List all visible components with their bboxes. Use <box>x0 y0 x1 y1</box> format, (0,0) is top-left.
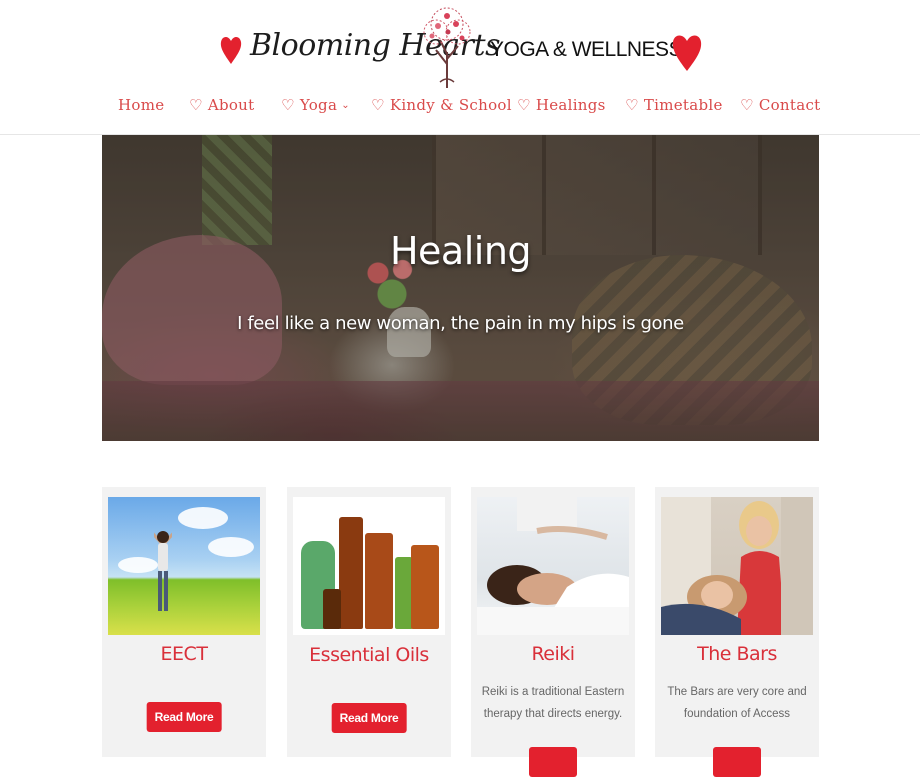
card-description: Reiki is a traditional Eastern therapy t… <box>481 686 625 720</box>
main-nav: Home ♡ About ♡ Yoga ⌄ ♡ Kindy & School ♡ … <box>0 96 920 124</box>
service-card-the-bars: The Bars The Bars are very core and foun… <box>655 487 819 777</box>
card-image-essential-oils <box>293 497 445 635</box>
service-card-reiki: Reiki Reiki is a traditional Eastern the… <box>471 487 635 777</box>
card-title: Essential Oils <box>309 644 429 666</box>
hero-subtitle: I feel like a new woman, the pain in my … <box>237 313 684 334</box>
reiki-scene <box>477 497 629 635</box>
nav-home-label: Home <box>118 96 165 114</box>
logo-tagline: YOGA & WELLNESS <box>490 38 683 61</box>
nav-yoga-label: ♡ Yoga <box>281 96 338 114</box>
nav-contact-label: ♡ Contact <box>740 96 821 114</box>
bars-scene <box>661 497 813 635</box>
card-image-eect <box>108 497 260 635</box>
site-header: Blooming Hearts YOGA & WELLNESS Home ♡ A… <box>0 0 920 135</box>
service-card-essential-oils: Essential Oils Read More <box>287 487 451 757</box>
chevron-down-icon: ⌄ <box>341 100 350 111</box>
card-description: The Bars are very core and foundation of… <box>667 686 807 720</box>
hero-banner: Healing I feel like a new woman, the pai… <box>102 135 819 441</box>
read-more-button[interactable]: Read More <box>331 703 407 733</box>
card-image-the-bars <box>661 497 813 635</box>
heart-icon <box>672 35 702 71</box>
card-image-reiki <box>477 497 629 635</box>
nav-yoga[interactable]: ♡ Yoga ⌄ <box>281 96 350 114</box>
woman-figure <box>154 531 172 611</box>
read-more-button[interactable]: Read More <box>146 702 222 732</box>
nav-healings[interactable]: ♡ Healings <box>517 96 606 114</box>
nav-contact[interactable]: ♡ Contact <box>740 96 820 114</box>
card-title: The Bars <box>697 643 777 665</box>
nav-about[interactable]: ♡ About <box>189 96 254 114</box>
hero-title: Healing <box>389 229 532 273</box>
card-title: EECT <box>160 643 208 665</box>
hero-overlay <box>102 135 819 441</box>
nav-healings-label: ♡ Healings <box>517 96 606 114</box>
nav-home[interactable]: Home <box>118 96 164 114</box>
tree-icon <box>423 7 471 88</box>
heart-icon <box>220 36 242 64</box>
card-title: Reiki <box>531 643 575 665</box>
nav-timetable[interactable]: ♡ Timetable <box>625 96 723 114</box>
nav-kindy-school[interactable]: ♡ Kindy & School <box>371 96 512 114</box>
service-card-eect: EECT Read More <box>102 487 266 757</box>
site-logo[interactable]: Blooming Hearts YOGA & WELLNESS <box>220 4 705 90</box>
nav-about-label: ♡ About <box>189 96 255 114</box>
nav-timetable-label: ♡ Timetable <box>625 96 723 114</box>
nav-kindy-school-label: ♡ Kindy & School <box>371 96 512 114</box>
